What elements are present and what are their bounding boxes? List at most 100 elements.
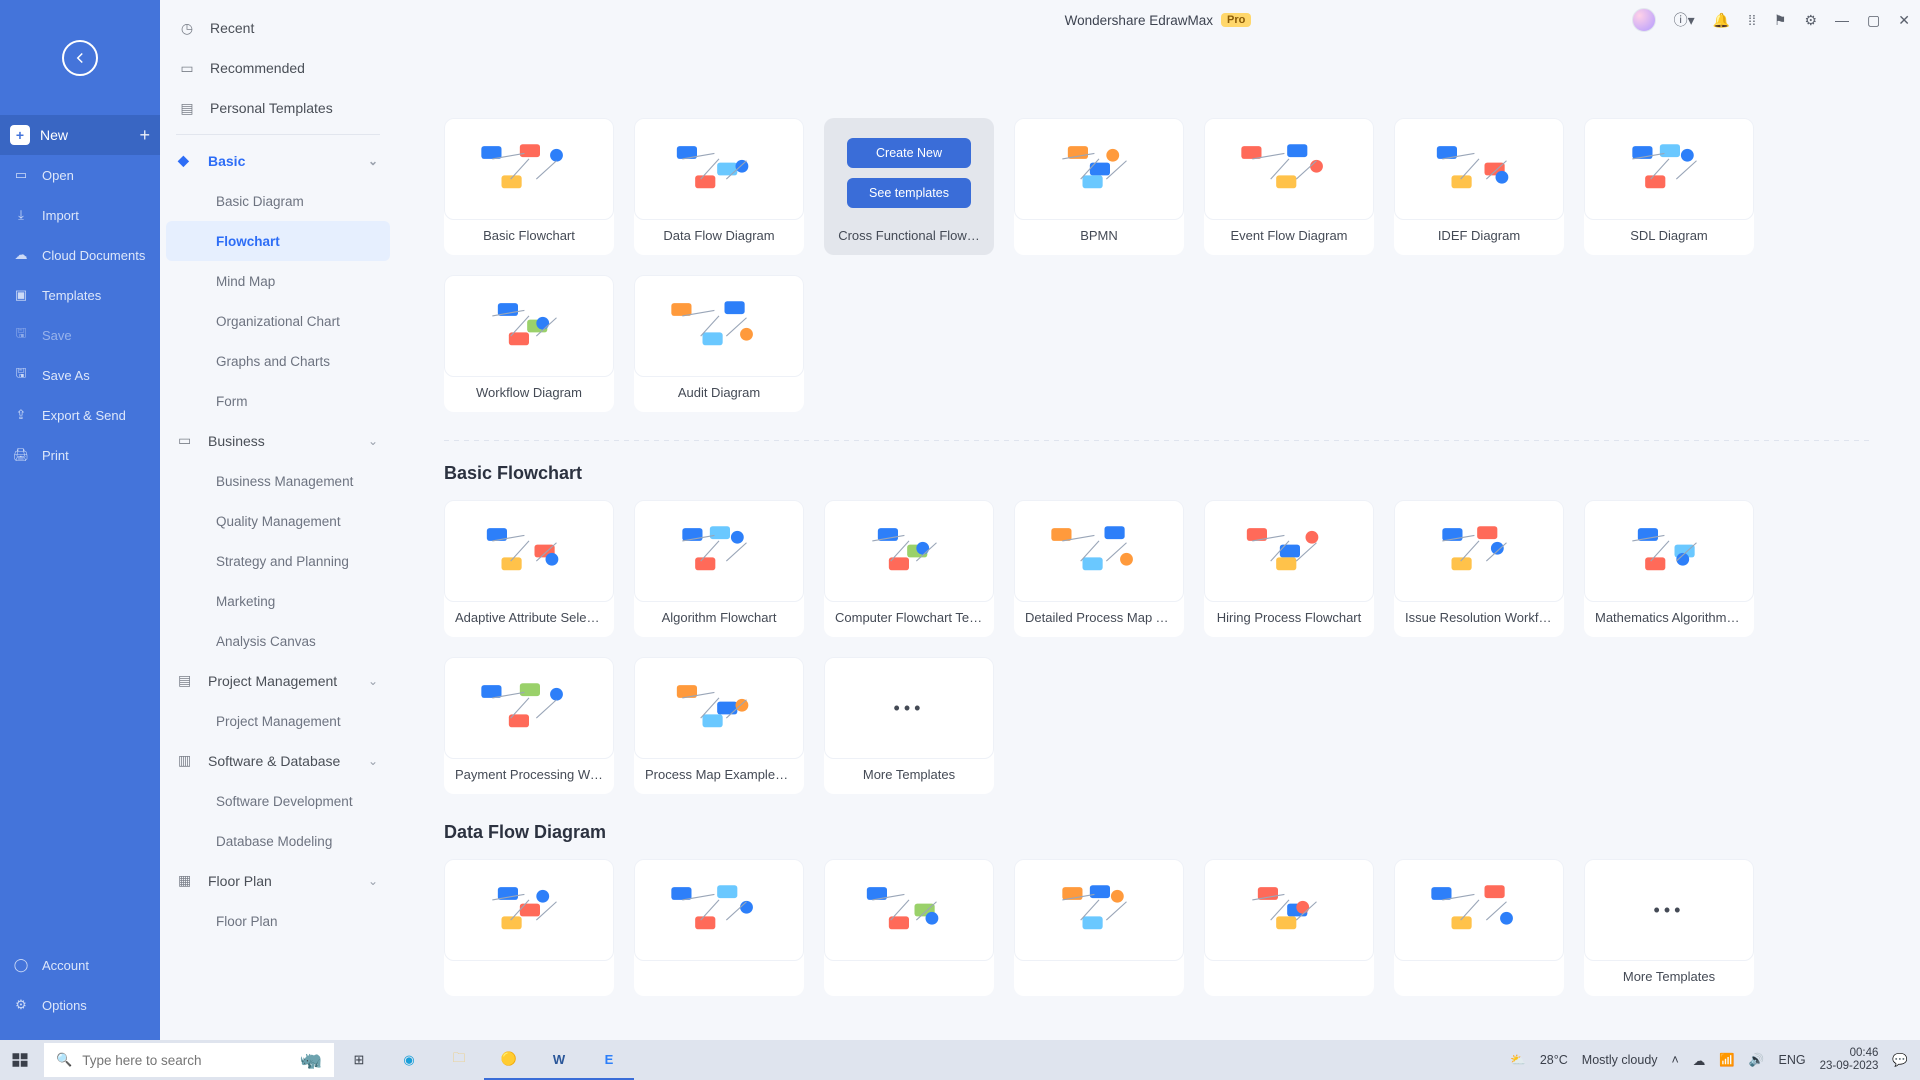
weather-text[interactable]: Mostly cloudy	[1582, 1053, 1658, 1067]
template-card[interactable]: Detailed Process Map Tem…	[1014, 500, 1184, 637]
template-card[interactable]	[1014, 859, 1184, 996]
subcategory-analysis-canvas[interactable]: Analysis Canvas	[166, 621, 390, 661]
volume-icon[interactable]: 🔊	[1749, 1053, 1765, 1068]
template-card[interactable]: Mathematics Algorithm Fl…	[1584, 500, 1754, 637]
template-card[interactable]	[1204, 859, 1374, 996]
template-card[interactable]	[634, 859, 804, 996]
category-label: Project Management	[208, 673, 337, 689]
diagram-type-card[interactable]: Create New See templates Cross Functiona…	[824, 118, 994, 255]
subcategory-software-development[interactable]: Software Development	[166, 781, 390, 821]
taskbar-clock[interactable]: 00:46 23-09-2023	[1820, 1047, 1879, 1073]
help-icon[interactable]: ⓘ▾	[1674, 10, 1695, 30]
subcategory-floor-plan[interactable]: Floor Plan	[166, 901, 390, 941]
subcategory-form[interactable]: Form	[166, 381, 390, 421]
file-print[interactable]: 🖨Print	[0, 435, 160, 475]
edrawmax-icon[interactable]: E	[584, 1040, 634, 1080]
diagram-type-card[interactable]: Data Flow Diagram	[634, 118, 804, 255]
nav-recent[interactable]: ◷Recent	[160, 8, 396, 48]
template-card[interactable]: Payment Processing Workf…	[444, 657, 614, 794]
file-cloud-documents[interactable]: ☁Cloud Documents	[0, 235, 160, 275]
diagram-type-card[interactable]: Event Flow Diagram	[1204, 118, 1374, 255]
subcategory-organizational-chart[interactable]: Organizational Chart	[166, 301, 390, 341]
create-new-button[interactable]: Create New	[847, 138, 971, 168]
rhino-icon: 🦏	[300, 1050, 322, 1071]
file-options[interactable]: ⚙Options	[0, 985, 160, 1025]
see-templates-button[interactable]: See templates	[847, 178, 971, 208]
diagram-type-card[interactable]: SDL Diagram	[1584, 118, 1754, 255]
minimize-button[interactable]: —	[1835, 12, 1849, 28]
file-import[interactable]: ⤓Import	[0, 195, 160, 235]
start-button[interactable]	[0, 1040, 40, 1080]
ime-icon[interactable]: ENG	[1779, 1053, 1806, 1067]
subcategory-basic-diagram[interactable]: Basic Diagram	[166, 181, 390, 221]
category-floor-plan[interactable]: ▦Floor Plan⌄	[160, 861, 396, 901]
card-label: Audit Diagram	[639, 377, 799, 412]
subcategory-strategy-and-planning[interactable]: Strategy and Planning	[166, 541, 390, 581]
subcategory-graphs-and-charts[interactable]: Graphs and Charts	[166, 341, 390, 381]
new-button[interactable]: + New +	[0, 115, 160, 155]
maximize-button[interactable]: ▢	[1867, 12, 1880, 29]
file-account[interactable]: ◯Account	[0, 945, 160, 985]
template-card[interactable]: Computer Flowchart Temp…	[824, 500, 994, 637]
card-thumb	[1014, 118, 1184, 220]
more-templates-card[interactable]: ••• More Templates	[824, 657, 994, 794]
category-basic[interactable]: ◆Basic⌄	[160, 141, 396, 181]
subcategory-project-management[interactable]: Project Management	[166, 701, 390, 741]
diagram-type-card[interactable]: Basic Flowchart	[444, 118, 614, 255]
file-item-icon: 🖫	[12, 324, 30, 346]
word-icon[interactable]: W	[534, 1040, 584, 1080]
subcategory-business-management[interactable]: Business Management	[166, 461, 390, 501]
template-card[interactable]	[444, 859, 614, 996]
template-card[interactable]: Issue Resolution Workflow …	[1394, 500, 1564, 637]
back-button[interactable]	[62, 40, 98, 76]
explorer-icon[interactable]: 🗀	[434, 1040, 484, 1080]
file-templates[interactable]: ▣Templates	[0, 275, 160, 315]
close-button[interactable]: ✕	[1898, 12, 1910, 29]
diagram-type-card[interactable]: IDEF Diagram	[1394, 118, 1564, 255]
subcategory-database-modeling[interactable]: Database Modeling	[166, 821, 390, 861]
template-card[interactable]: Algorithm Flowchart	[634, 500, 804, 637]
category-software-database[interactable]: ▥Software & Database⌄	[160, 741, 396, 781]
taskbar-search[interactable]: 🔍 🦏	[44, 1043, 334, 1077]
nav-personal-templates[interactable]: ▤Personal Templates	[160, 88, 396, 128]
category-business[interactable]: ▭Business⌄	[160, 421, 396, 461]
gift-icon[interactable]: ⚑	[1774, 12, 1787, 29]
card-thumb	[444, 859, 614, 961]
more-templates-card[interactable]: ••• More Templates	[1584, 859, 1754, 996]
weather-icon[interactable]: ⛅	[1510, 1053, 1526, 1068]
apps-icon[interactable]: ⁞⁞	[1748, 12, 1756, 28]
subcategory-mind-map[interactable]: Mind Map	[166, 261, 390, 301]
onedrive-icon[interactable]: ☁	[1693, 1053, 1706, 1068]
file-item-icon: 🖫	[12, 364, 30, 386]
template-card[interactable]: Adaptive Attribute Selectio…	[444, 500, 614, 637]
tray-chevron-icon[interactable]: ˄	[1672, 1053, 1679, 1067]
diagram-type-card[interactable]: Audit Diagram	[634, 275, 804, 412]
taskbar-search-input[interactable]	[82, 1053, 289, 1068]
template-card[interactable]	[824, 859, 994, 996]
bell-icon[interactable]: 🔔	[1713, 12, 1730, 29]
diagram-type-card[interactable]: BPMN	[1014, 118, 1184, 255]
avatar[interactable]	[1632, 8, 1656, 32]
chrome-icon[interactable]: 🟡	[484, 1040, 534, 1080]
card-label: SDL Diagram	[1589, 220, 1749, 255]
edge-icon[interactable]: ◉	[384, 1040, 434, 1080]
file-open[interactable]: ▭Open	[0, 155, 160, 195]
diagram-type-card[interactable]: Workflow Diagram	[444, 275, 614, 412]
wifi-icon[interactable]: 📶	[1719, 1053, 1735, 1068]
file-save-as[interactable]: 🖫Save As	[0, 355, 160, 395]
subcategory-quality-management[interactable]: Quality Management	[166, 501, 390, 541]
template-card[interactable]: Hiring Process Flowchart	[1204, 500, 1374, 637]
main-area: Basic Flowchart Data Flow Diagram Create…	[396, 0, 1920, 1040]
action-center-icon[interactable]: 💬	[1892, 1053, 1908, 1068]
task-view-icon[interactable]: ⊞	[334, 1040, 384, 1080]
category-project-management[interactable]: ▤Project Management⌄	[160, 661, 396, 701]
subcategory-marketing[interactable]: Marketing	[166, 581, 390, 621]
file-export-&-send[interactable]: ⇪Export & Send	[0, 395, 160, 435]
subcategory-flowchart[interactable]: Flowchart	[166, 221, 390, 261]
nav-recommended[interactable]: ▭Recommended	[160, 48, 396, 88]
card-label: Hiring Process Flowchart	[1209, 602, 1369, 637]
template-card[interactable]	[1394, 859, 1564, 996]
gear-icon[interactable]: ⚙	[1804, 12, 1817, 29]
template-card[interactable]: Process Map Examples Te…	[634, 657, 804, 794]
weather-temp[interactable]: 28°C	[1540, 1053, 1568, 1067]
